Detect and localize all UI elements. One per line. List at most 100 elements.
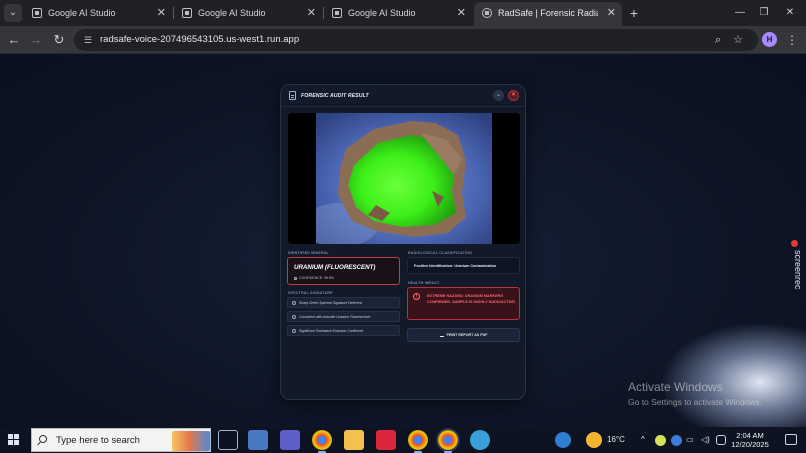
tab-title: Google AI Studio bbox=[48, 8, 116, 18]
spectral-signature-label: SPECTRAL SIGNATURE bbox=[288, 291, 333, 295]
check-circle-icon bbox=[292, 329, 296, 333]
help-icon[interactable] bbox=[555, 432, 571, 448]
file-explorer-icon[interactable] bbox=[344, 430, 364, 450]
globe-favicon-icon bbox=[482, 8, 492, 18]
health-impact-label: HEALTH IMPACT bbox=[408, 281, 440, 285]
ai-studio-favicon-icon bbox=[332, 8, 342, 18]
app-background: FORENSIC AUDIT RESULT ⌄ ✕ IDENTIFIED MIN… bbox=[0, 54, 806, 427]
classification-text: Positive Identification: Uranium Contami… bbox=[414, 264, 497, 268]
mineral-identification-card: URANIUM (FLUORESCENT) CONFIDENCE: 99.8% bbox=[287, 257, 400, 285]
clock-time: 2:04 AM bbox=[736, 431, 764, 440]
wps-office-icon[interactable] bbox=[376, 430, 396, 450]
close-window-icon[interactable]: ✕ bbox=[780, 4, 800, 22]
remote-desktop-app-icon[interactable] bbox=[248, 430, 268, 450]
chrome-app-icon[interactable] bbox=[312, 430, 332, 453]
close-tab-icon[interactable]: ✕ bbox=[157, 2, 166, 24]
modal-header: FORENSIC AUDIT RESULT ⌄ ✕ bbox=[281, 85, 525, 107]
tab-search-chevron-icon[interactable]: ⌄ bbox=[4, 4, 22, 22]
browser-tab-2[interactable]: Google AI Studio ✕ bbox=[174, 2, 322, 26]
chrome-app-active-icon[interactable] bbox=[436, 428, 460, 453]
check-circle-icon bbox=[292, 301, 296, 305]
taskbar-clock[interactable]: 2:04 AM 12/20/2025 bbox=[728, 431, 772, 449]
telegram-app-icon[interactable] bbox=[470, 430, 490, 450]
browser-menu-icon[interactable]: ⋮ bbox=[786, 31, 798, 49]
address-bar-row: ← → ↻ ☰ radsafe-voice-207496543105.us-we… bbox=[0, 26, 806, 54]
url-text[interactable]: radsafe-voice-207496543105.us-west1.run.… bbox=[100, 29, 299, 51]
close-icon[interactable]: ✕ bbox=[508, 90, 519, 101]
zoom-search-icon[interactable]: ⌕ bbox=[710, 32, 726, 48]
forward-arrow-icon[interactable]: → bbox=[27, 31, 45, 49]
forensic-audit-modal: FORENSIC AUDIT RESULT ⌄ ✕ IDENTIFIED MIN… bbox=[280, 84, 526, 400]
ai-studio-favicon-icon bbox=[32, 8, 42, 18]
reload-icon[interactable]: ↻ bbox=[50, 31, 68, 49]
browser-tab-strip: ⌄ Google AI Studio ✕ Google AI Studio ✕ … bbox=[0, 0, 806, 26]
show-hidden-icons-chevron-icon[interactable]: ^ bbox=[641, 427, 645, 453]
taskbar-search-box[interactable]: Type here to search bbox=[31, 428, 211, 452]
confidence-row: CONFIDENCE: 99.8% bbox=[294, 276, 334, 280]
health-impact-card: ! EXTREME HAZARD: URANIUM MARKERS CONFIR… bbox=[407, 287, 520, 320]
close-tab-icon[interactable]: ✕ bbox=[607, 2, 616, 24]
close-tab-icon[interactable]: ✕ bbox=[307, 2, 316, 24]
signature-text: Consistent with Autunite Uranium Fluores… bbox=[299, 315, 371, 319]
check-circle-icon bbox=[292, 315, 296, 319]
minimize-window-icon[interactable]: — bbox=[730, 4, 750, 22]
task-view-icon[interactable] bbox=[218, 430, 238, 450]
notification-center-icon[interactable] bbox=[785, 434, 797, 445]
search-highlight-image bbox=[172, 431, 210, 451]
screenrec-label: screenrec bbox=[793, 250, 803, 290]
site-info-tune-icon[interactable]: ☰ bbox=[82, 34, 94, 46]
teams-app-icon[interactable] bbox=[280, 430, 300, 450]
signature-item: Consistent with Autunite Uranium Fluores… bbox=[287, 311, 400, 322]
tab-title: RadSafe | Forensic Radiation An bbox=[498, 8, 598, 18]
tray-app-icon[interactable] bbox=[671, 435, 682, 446]
browser-tab-3[interactable]: Google AI Studio ✕ bbox=[324, 2, 472, 26]
signature-text: Sharp Green Spectral Signature Detected bbox=[299, 301, 362, 305]
weather-temperature[interactable]: 16°C bbox=[607, 427, 625, 453]
mineral-name: URANIUM (FLUORESCENT) bbox=[294, 264, 376, 271]
activate-windows-subtitle: Go to Settings to activate Windows. bbox=[628, 397, 763, 407]
record-icon bbox=[791, 240, 798, 247]
health-impact-text: EXTREME HAZARD: URANIUM MARKERS CONFIRME… bbox=[427, 294, 516, 305]
network-icon[interactable]: ▭ bbox=[686, 427, 694, 453]
search-placeholder: Type here to search bbox=[56, 435, 140, 446]
tab-title: Google AI Studio bbox=[348, 8, 416, 18]
uranium-specimen-image bbox=[316, 113, 492, 244]
browser-tab-1[interactable]: Google AI Studio ✕ bbox=[24, 2, 172, 26]
close-tab-icon[interactable]: ✕ bbox=[457, 2, 466, 24]
restore-window-icon[interactable]: ❐ bbox=[754, 4, 774, 22]
classification-label: RADIOLOGICAL CLASSIFICATION bbox=[408, 251, 472, 255]
document-icon bbox=[289, 91, 296, 100]
chrome-app-icon[interactable] bbox=[408, 430, 428, 453]
weather-icon[interactable] bbox=[586, 432, 602, 448]
search-icon bbox=[39, 435, 47, 443]
print-report-label: PRINT REPORT AS PDF bbox=[446, 333, 488, 337]
print-report-button[interactable]: PRINT REPORT AS PDF bbox=[407, 328, 520, 342]
signature-item: Sharp Green Spectral Signature Detected bbox=[287, 297, 400, 308]
back-arrow-icon[interactable]: ← bbox=[5, 31, 23, 49]
new-tab-plus-icon[interactable]: + bbox=[626, 4, 642, 22]
check-circle-icon bbox=[294, 276, 297, 280]
windows-start-icon[interactable] bbox=[8, 434, 20, 446]
signature-text: Significant Shortwave Emission Confirmed bbox=[299, 329, 363, 333]
browser-tab-radsafe[interactable]: RadSafe | Forensic Radiation An ✕ bbox=[474, 2, 622, 26]
light-glow bbox=[660, 322, 806, 427]
profile-avatar[interactable]: H bbox=[762, 32, 777, 47]
chevron-down-icon[interactable]: ⌄ bbox=[493, 90, 504, 101]
bookmark-star-icon[interactable]: ☆ bbox=[730, 32, 746, 48]
identified-mineral-label: IDENTIFIED MINERAL bbox=[288, 251, 329, 255]
display-icon[interactable] bbox=[716, 435, 726, 445]
screenrec-widget[interactable]: screenrec bbox=[786, 240, 804, 302]
confidence-value: CONFIDENCE: 99.8% bbox=[299, 276, 335, 280]
specimen-image-frame bbox=[288, 113, 520, 244]
activate-windows-watermark: Activate Windows Go to Settings to activ… bbox=[628, 380, 762, 407]
tab-title: Google AI Studio bbox=[198, 8, 266, 18]
classification-card: Positive Identification: Uranium Contami… bbox=[407, 257, 520, 274]
volume-icon[interactable]: ◁) bbox=[701, 427, 710, 453]
clock-date: 12/20/2025 bbox=[731, 440, 769, 449]
modal-title: FORENSIC AUDIT RESULT bbox=[301, 93, 369, 99]
omnibox[interactable]: ☰ radsafe-voice-207496543105.us-west1.ru… bbox=[74, 29, 758, 51]
download-icon bbox=[439, 333, 444, 337]
tray-app-icon[interactable] bbox=[655, 435, 666, 446]
ai-studio-favicon-icon bbox=[182, 8, 192, 18]
windows-taskbar: Type here to search 16°C ^ ▭ ◁) 2:04 AM … bbox=[0, 427, 806, 453]
